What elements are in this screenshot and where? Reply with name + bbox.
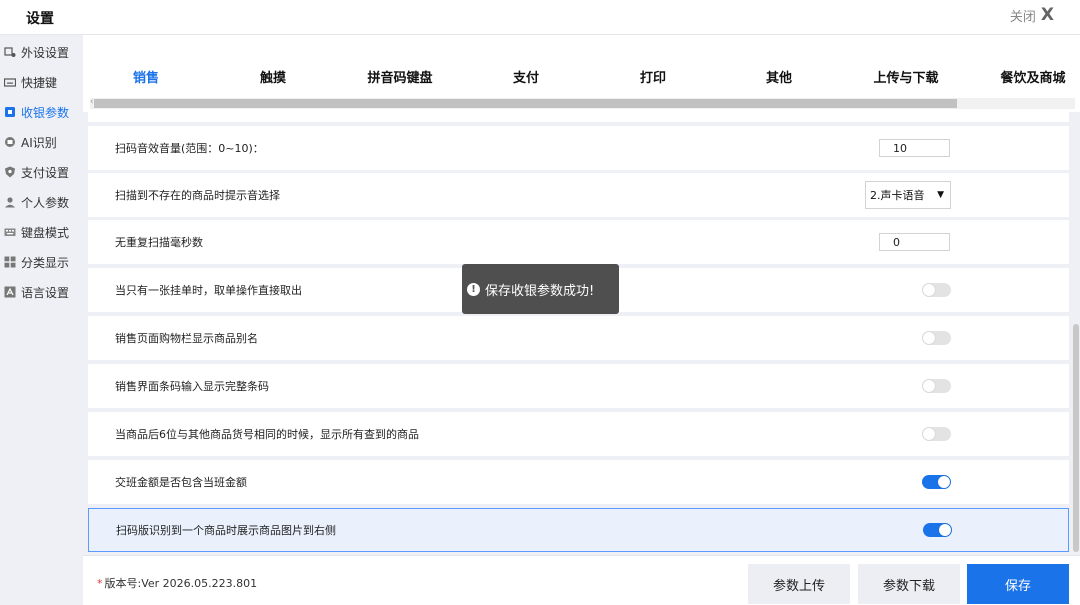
toast-message: ! 保存收银参数成功! (462, 264, 619, 314)
sidebar-item-label: 外设设置 (21, 45, 70, 60)
version-label: * 版本号:Ver 2026.05.223.801 (97, 575, 257, 591)
setting-row-shift-amount: 交班金额是否包含当班金额 (88, 460, 1069, 504)
select-value: 2.声卡语音 (870, 189, 925, 202)
missing-item-sound-select[interactable]: 2.声卡语音 ▼ (865, 181, 951, 209)
grid-icon (3, 256, 16, 269)
setting-row-scan-volume: 扫码音效音量(范围：0~10)： (88, 126, 1069, 170)
sidebar-item-language[interactable]: 语言设置 (0, 278, 83, 306)
show-product-image-toggle[interactable] (923, 523, 952, 537)
sidebar-item-keyboard-mode[interactable]: 键盘模式 (0, 218, 83, 246)
tab-sales[interactable]: 销售 (133, 67, 159, 86)
last6-match-toggle[interactable] (922, 427, 951, 441)
sidebar-item-personal[interactable]: 个人参数 (0, 188, 83, 216)
sidebar-item-ai[interactable]: AI识别 (0, 128, 83, 156)
upload-params-button[interactable]: 参数上传 (748, 564, 850, 604)
settings-scrollbar-thumb[interactable] (1073, 324, 1079, 552)
cart-alias-toggle[interactable] (922, 331, 951, 345)
sidebar-item-shortcut[interactable]: 快捷键 (0, 68, 83, 96)
setting-row-last6-match: 当商品后6位与其他商品货号相同的时候，显示所有查到的商品 (88, 412, 1069, 456)
setting-label: 无重复扫描毫秒数 (115, 236, 203, 249)
sidebar-item-peripheral[interactable]: 外设设置 (0, 38, 83, 66)
tab-scrollbar[interactable]: ‹ (90, 97, 1075, 109)
tab-scrollbar-thumb[interactable] (94, 99, 957, 108)
info-icon: ! (467, 282, 480, 296)
sidebar-item-label: 支付设置 (21, 165, 70, 180)
download-params-button[interactable]: 参数下载 (858, 564, 960, 604)
keyboard-icon (3, 76, 16, 89)
shield-icon (3, 166, 16, 179)
window-title: 设置 (26, 11, 54, 27)
sidebar-item-label: 快捷键 (21, 75, 58, 90)
save-button[interactable]: 保存 (967, 564, 1069, 604)
shift-amount-toggle[interactable] (922, 475, 951, 489)
sidebar-item-category[interactable]: 分类显示 (0, 248, 83, 276)
setting-label: 销售界面条码输入显示完整条码 (115, 380, 269, 393)
setting-row-no-repeat-scan-ms: 无重复扫描毫秒数 (88, 220, 1069, 264)
list-item-partial (88, 112, 1069, 122)
version-text: 版本号:Ver 2026.05.223.801 (104, 577, 258, 590)
single-hold-order-toggle[interactable] (922, 283, 951, 297)
settings-panel: 扫码音效音量(范围：0~10)： 扫描到不存在的商品时提示音选择 2.声卡语音 … (83, 112, 1080, 555)
required-star: * (97, 577, 103, 590)
setting-row-full-barcode: 销售界面条码输入显示完整条码 (88, 364, 1069, 408)
caret-down-icon: ▼ (937, 190, 944, 200)
sidebar-item-payment[interactable]: 支付设置 (0, 158, 83, 186)
close-label: 关闭 (1009, 10, 1036, 25)
full-barcode-toggle[interactable] (922, 379, 951, 393)
setting-label: 当只有一张挂单时，取单操作直接取出 (115, 284, 302, 297)
cashier-icon (3, 106, 16, 119)
sidebar-item-label: 键盘模式 (21, 225, 70, 240)
setting-label: 扫描到不存在的商品时提示音选择 (115, 189, 280, 202)
sidebar-item-label: 个人参数 (21, 195, 70, 210)
setting-label: 扫码版识别到一个商品时展示商品图片到右侧 (116, 524, 336, 537)
keyboard-mode-icon (3, 226, 16, 239)
peripheral-icon (3, 46, 16, 59)
footer-bar: * 版本号:Ver 2026.05.223.801 参数上传 参数下载 保存 (83, 555, 1080, 605)
tab-catering-mall[interactable]: 餐饮及商城 (1000, 67, 1065, 86)
tab-payment[interactable]: 支付 (513, 67, 539, 86)
tab-pinyin-keyboard[interactable]: 拼音码键盘 (367, 67, 432, 86)
sidebar-item-cashier[interactable]: 收银参数 (0, 98, 83, 126)
setting-label: 扫码音效音量(范围：0~10)： (115, 142, 264, 155)
language-icon (3, 286, 16, 299)
tab-other[interactable]: 其他 (766, 67, 792, 86)
sidebar-item-label: 收银参数 (21, 105, 70, 120)
setting-label: 当商品后6位与其他商品货号相同的时候，显示所有查到的商品 (115, 428, 419, 441)
close-button[interactable]: 关闭 X (1009, 5, 1054, 26)
setting-label: 销售页面购物栏显示商品别名 (115, 332, 258, 345)
tab-print[interactable]: 打印 (640, 67, 666, 86)
sidebar: 外设设置 快捷键 收银参数 AI识别 支付设置 个人参数 键盘模式 分类显示 语… (0, 35, 83, 605)
scan-volume-input[interactable] (879, 139, 950, 157)
sidebar-item-label: 分类显示 (21, 255, 70, 270)
tab-touch[interactable]: 触摸 (260, 67, 286, 86)
user-icon (3, 196, 16, 209)
ai-icon (3, 136, 16, 149)
tab-upload-download[interactable]: 上传与下载 (873, 67, 938, 86)
setting-label: 交班金额是否包含当班金额 (115, 476, 247, 489)
settings-scrollbar[interactable] (1072, 112, 1080, 555)
sidebar-item-label: 语言设置 (21, 285, 70, 300)
no-repeat-scan-ms-input[interactable] (879, 233, 950, 251)
setting-row-cart-alias: 销售页面购物栏显示商品别名 (88, 316, 1069, 360)
toast-text: 保存收银参数成功! (485, 283, 595, 299)
sidebar-item-label: AI识别 (21, 135, 57, 150)
setting-row-show-product-image: 扫码版识别到一个商品时展示商品图片到右侧 (88, 508, 1069, 552)
close-icon: X (1040, 5, 1054, 25)
title-bar: 设置 关闭 X (0, 0, 1080, 35)
setting-row-missing-item-sound: 扫描到不存在的商品时提示音选择 2.声卡语音 ▼ (88, 173, 1069, 217)
